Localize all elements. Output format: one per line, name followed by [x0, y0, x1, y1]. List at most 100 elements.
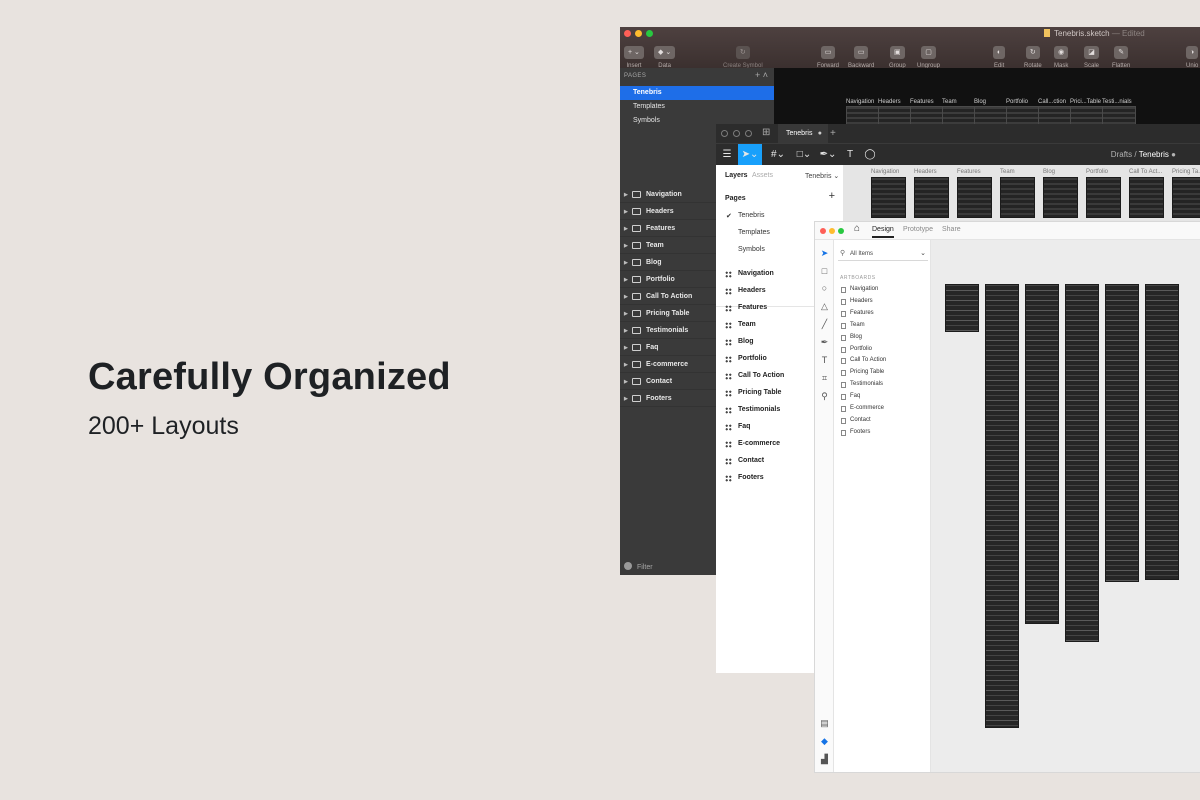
layer-item-headers[interactable]: ▶ Headers — [620, 204, 716, 220]
disclosure-arrow-icon[interactable]: ▶ — [624, 306, 628, 322]
layer-item-footers[interactable]: Footers — [725, 474, 764, 482]
frame-thumb-call-to-act[interactable]: Call To Act... — [1129, 169, 1164, 218]
pen-tool-icon[interactable]: ✒⌄ — [818, 144, 838, 165]
artboard-item-pricing-table[interactable]: Pricing Table — [841, 369, 884, 377]
disclosure-arrow-icon[interactable]: ▶ — [624, 187, 628, 203]
frame-thumb-headers[interactable]: Headers — [914, 169, 949, 218]
zoom-tool-icon[interactable]: ⚲ — [818, 390, 831, 403]
artboard-item-faq[interactable]: Faq — [841, 393, 860, 401]
page-item-tenebris[interactable]: Tenebris — [620, 86, 774, 100]
artboard-item-portfolio[interactable]: Portfolio — [841, 346, 872, 353]
artboard-item-team[interactable]: Team — [841, 322, 865, 329]
add-page-icon[interactable]: + — [829, 190, 835, 202]
ellipse-tool-icon[interactable]: ○ — [818, 282, 831, 295]
scale-button[interactable]: ◪ Scale — [1084, 41, 1099, 69]
grid-icon[interactable]: ⊞ — [762, 127, 770, 138]
home-icon[interactable]: ⌂ — [854, 223, 860, 234]
add-page-icon[interactable]: + ˄ — [755, 70, 768, 80]
layer-item-blog[interactable]: Blog — [725, 338, 754, 346]
artboard-item-navigation[interactable]: Navigation — [841, 286, 878, 293]
layer-item-pricing-table[interactable]: Pricing Table — [725, 389, 781, 397]
artboard-item-headers[interactable]: Headers — [841, 298, 873, 305]
filter-field[interactable]: Filter — [624, 562, 653, 571]
polygon-tool-icon[interactable]: △ — [818, 300, 831, 313]
disclosure-arrow-icon[interactable]: ▶ — [624, 374, 628, 390]
disclosure-arrow-icon[interactable]: ▶ — [624, 221, 628, 237]
layer-item-portfolio[interactable]: Portfolio — [725, 355, 767, 363]
disclosure-arrow-icon[interactable]: ▶ — [624, 391, 628, 407]
backward-button[interactable]: ▭ Backward — [848, 41, 874, 69]
frame-tool-icon[interactable]: #⌄ — [768, 144, 788, 165]
layer-item-call-to-action[interactable]: Call To Action — [725, 372, 784, 380]
layer-item-testimonials[interactable]: Testimonials — [725, 406, 780, 414]
artboard-column-preview[interactable] — [985, 284, 1019, 728]
page-item-tenebris[interactable]: Tenebris — [738, 212, 764, 219]
page-item-templates[interactable]: Templates — [738, 229, 770, 236]
text-tool-icon[interactable]: T — [843, 144, 857, 165]
frame-thumb-blog[interactable]: Blog — [1043, 169, 1078, 218]
search-input[interactable]: ⚲ All Items ⌄ — [838, 247, 928, 261]
xd-canvas[interactable] — [931, 240, 1200, 772]
tab-assets[interactable]: Assets — [752, 172, 773, 179]
frame-thumb-portfolio[interactable]: Portfolio — [1086, 169, 1121, 218]
line-tool-icon[interactable]: ╱ — [818, 318, 831, 331]
layer-item-testimonials[interactable]: ▶ Testimonials — [620, 323, 716, 339]
artboard-column-preview[interactable] — [1145, 284, 1179, 580]
layer-item-faq[interactable]: ▶ Faq — [620, 340, 716, 356]
layer-item-faq[interactable]: Faq — [725, 423, 750, 431]
disclosure-arrow-icon[interactable]: ▶ — [624, 204, 628, 220]
tab-layers[interactable]: Layers — [725, 172, 748, 179]
layer-item-e-commerce[interactable]: ▶ E-commerce — [620, 357, 716, 373]
disclosure-arrow-icon[interactable]: ▶ — [624, 340, 628, 356]
disclosure-arrow-icon[interactable]: ▶ — [624, 238, 628, 254]
artboard-item-call-to-action[interactable]: Call To Action — [841, 357, 886, 365]
new-tab-icon[interactable]: + — [830, 124, 836, 143]
layers-icon[interactable]: ◆ — [818, 735, 831, 748]
close-tab-icon[interactable]: ● — [818, 124, 822, 143]
plugins-icon[interactable]: ▟ — [818, 753, 831, 766]
pen-tool-icon[interactable]: ✒ — [818, 336, 831, 349]
artboard-column-preview[interactable] — [1105, 284, 1139, 582]
frame-thumb-pricing-ta[interactable]: Pricing Ta... — [1172, 169, 1200, 218]
create-symbol-button[interactable]: ↻ Create Symbol — [723, 41, 763, 69]
artboard-item-e-commerce[interactable]: E-commerce — [841, 405, 884, 412]
layer-item-footers[interactable]: ▶ Footers — [620, 391, 716, 407]
menu-icon[interactable]: ☰ — [720, 144, 734, 165]
disclosure-arrow-icon[interactable]: ▶ — [624, 357, 628, 373]
select-tool-icon[interactable]: ➤ — [818, 247, 831, 260]
union-button[interactable]: ◑ Unio — [1186, 41, 1198, 69]
assets-icon[interactable]: ▤ — [818, 717, 831, 730]
edit-button[interactable]: ◐ Edit — [993, 41, 1006, 69]
page-item-symbols[interactable]: Symbols — [738, 246, 765, 253]
shape-tool-icon[interactable]: □⌄ — [794, 144, 814, 165]
file-name-dropdown[interactable]: Tenebris ⌄ — [805, 172, 839, 180]
close-icon[interactable] — [624, 30, 631, 37]
window-control-icon[interactable] — [745, 130, 752, 137]
frame-thumb-team[interactable]: Team — [1000, 169, 1035, 218]
rectangle-tool-icon[interactable]: □ — [818, 265, 831, 278]
window-control-icon[interactable] — [733, 130, 740, 137]
tab-prototype[interactable]: Prototype — [903, 226, 933, 233]
layer-item-navigation[interactable]: Navigation — [725, 270, 774, 278]
minimize-icon[interactable] — [635, 30, 642, 37]
tab-tenebris[interactable]: Tenebris ● — [778, 124, 828, 143]
frame-thumb-navigation[interactable]: Navigation — [871, 169, 906, 218]
move-tool-icon[interactable]: ➤⌄ — [738, 144, 762, 165]
text-tool-icon[interactable]: T — [818, 354, 831, 367]
ungroup-button[interactable]: ▢ Ungroup — [917, 41, 940, 69]
layer-item-call-to-action[interactable]: ▶ Call To Action — [620, 289, 716, 305]
artboard-item-blog[interactable]: Blog — [841, 334, 862, 341]
layer-item-contact[interactable]: ▶ Contact — [620, 374, 716, 390]
page-item-templates[interactable]: Templates — [620, 100, 774, 114]
disclosure-arrow-icon[interactable]: ▶ — [624, 255, 628, 271]
layer-item-headers[interactable]: Headers — [725, 287, 766, 295]
disclosure-arrow-icon[interactable]: ▶ — [624, 272, 628, 288]
artboard-column-preview[interactable] — [1065, 284, 1099, 642]
layer-item-portfolio[interactable]: ▶ Portfolio — [620, 272, 716, 288]
layer-item-team[interactable]: Team — [725, 321, 756, 329]
layer-item-features[interactable]: ▶ Features — [620, 221, 716, 237]
layer-item-contact[interactable]: Contact — [725, 457, 764, 465]
rotate-button[interactable]: ↻ Rotate — [1024, 41, 1042, 69]
disclosure-arrow-icon[interactable]: ▶ — [624, 289, 628, 305]
zoom-icon[interactable] — [646, 30, 653, 37]
